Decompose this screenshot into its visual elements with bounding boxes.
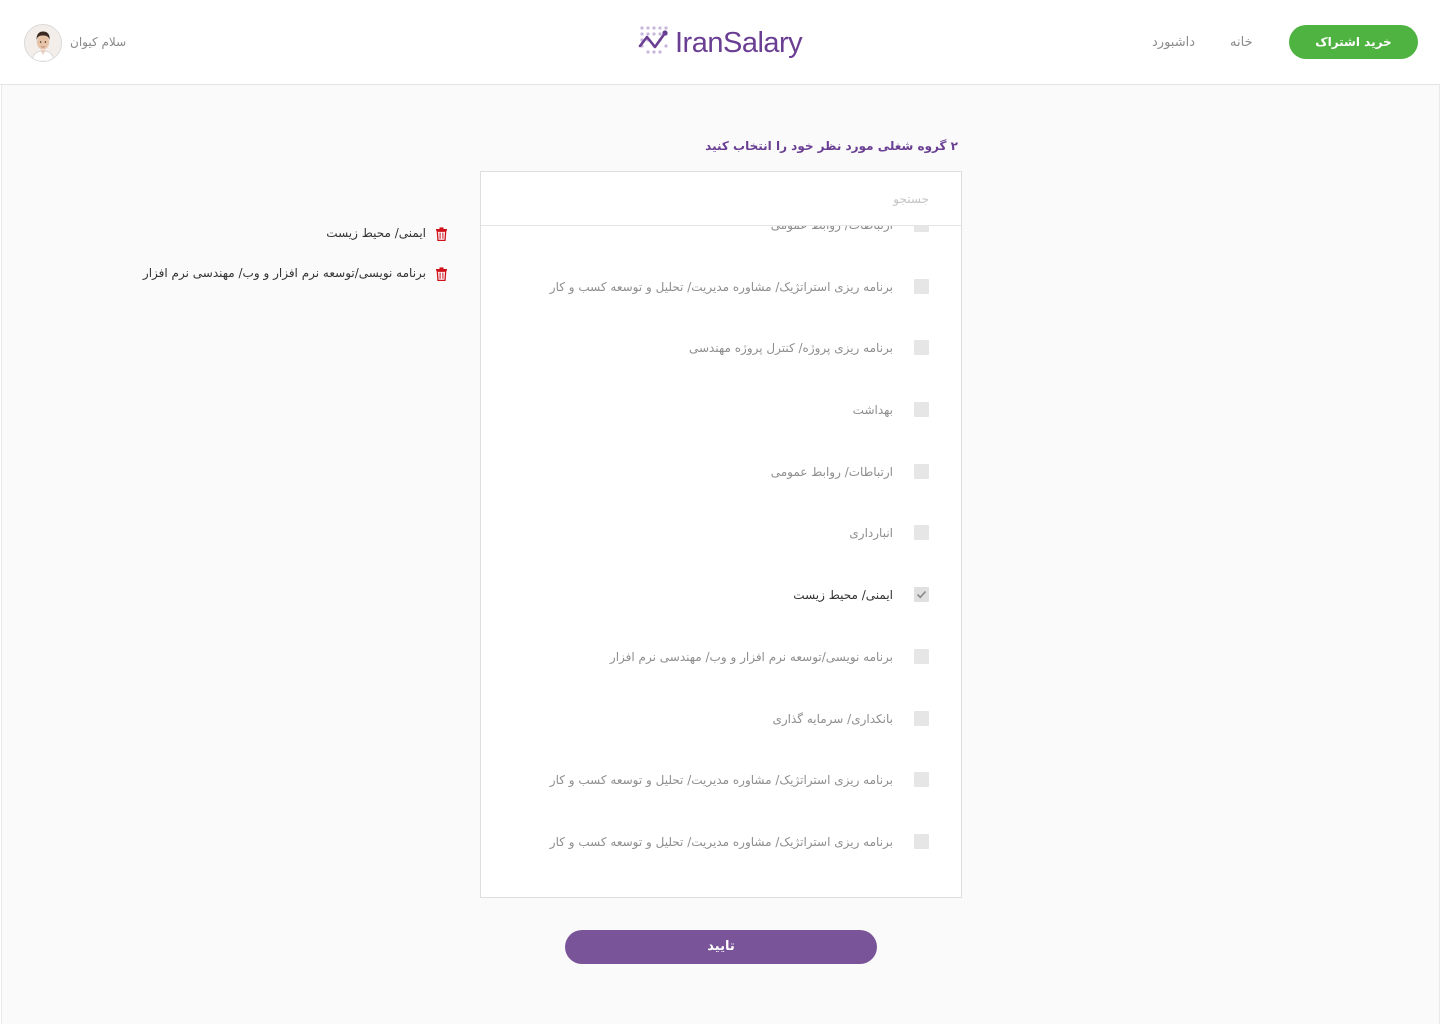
checkbox[interactable] bbox=[914, 402, 929, 417]
list-item[interactable]: بانکداری/ سرمایه گذاری bbox=[481, 707, 961, 731]
checkbox[interactable] bbox=[914, 226, 929, 232]
selected-item: برنامه نویسی/توسعه نرم افزار و وب/ مهندس… bbox=[143, 263, 448, 283]
checkbox[interactable] bbox=[914, 587, 929, 602]
list-item[interactable]: ارتباطات/ روابط عمومی bbox=[481, 226, 961, 237]
instruction-text: ۲ گروه شغلی مورد نظر خود را انتخاب کنید bbox=[705, 139, 958, 153]
checkbox[interactable] bbox=[914, 711, 929, 726]
list-item-label: بهداشت bbox=[852, 403, 893, 417]
trash-icon[interactable] bbox=[435, 226, 448, 242]
check-icon bbox=[916, 590, 927, 599]
selected-item: ایمنی/ محیط زیست bbox=[148, 223, 448, 243]
list-item[interactable]: برنامه ریزی استراتژیک/ مشاوره مدیریت/ تح… bbox=[481, 275, 961, 299]
list-item-label: برنامه ریزی استراتژیک/ مشاوره مدیریت/ تح… bbox=[549, 280, 893, 294]
list-item-label: برنامه ریزی استراتژیک/ مشاوره مدیریت/ تح… bbox=[549, 773, 893, 787]
list-item-label: برنامه نویسی/توسعه نرم افزار و وب/ مهندس… bbox=[609, 650, 893, 664]
confirm-button[interactable]: تایید bbox=[565, 930, 877, 964]
job-group-list: ارتباطات/ روابط عمومی برنامه ریزی استرات… bbox=[480, 171, 962, 898]
list-item[interactable]: برنامه ریزی پروژه/ کنترل پروژه مهندسی bbox=[481, 336, 961, 360]
list-item-label: ارتباطات/ روابط عمومی bbox=[770, 465, 893, 479]
list-item[interactable]: ایمنی/ محیط زیست bbox=[481, 583, 961, 607]
checkbox[interactable] bbox=[914, 834, 929, 849]
list-item-label: ارتباطات/ روابط عمومی bbox=[771, 226, 893, 235]
list-item-label: برنامه ریزی پروژه/ کنترل پروژه مهندسی bbox=[689, 341, 893, 355]
list-item[interactable]: برنامه ریزی استراتژیک/ مشاوره مدیریت/ تح… bbox=[481, 830, 961, 854]
checkbox[interactable] bbox=[914, 772, 929, 787]
list-item[interactable]: برنامه نویسی/توسعه نرم افزار و وب/ مهندس… bbox=[481, 645, 961, 669]
logo-text: IranSalary bbox=[675, 27, 803, 59]
subscribe-button[interactable]: خرید اشتراک bbox=[1289, 25, 1418, 59]
list-item-label: برنامه ریزی استراتژیک/ مشاوره مدیریت/ تح… bbox=[549, 835, 893, 849]
list-item[interactable]: ارتباطات/ روابط عمومی bbox=[481, 460, 961, 484]
list-item[interactable]: بهداشت bbox=[481, 398, 961, 422]
checkbox[interactable] bbox=[914, 525, 929, 540]
nav-dashboard-link[interactable]: داشبورد bbox=[1152, 33, 1195, 53]
checkbox[interactable] bbox=[914, 340, 929, 355]
user-greeting: سلام کیوان bbox=[70, 35, 127, 49]
checkbox[interactable] bbox=[914, 649, 929, 664]
list-item[interactable]: برنامه ریزی استراتژیک/ مشاوره مدیریت/ تح… bbox=[481, 768, 961, 792]
search-box bbox=[481, 172, 961, 226]
header: خرید اشتراک خانه داشبورد IranSalary سلام… bbox=[0, 0, 1440, 85]
list-item-label: بانکداری/ سرمایه گذاری bbox=[772, 712, 893, 726]
checkbox[interactable] bbox=[914, 464, 929, 479]
search-input[interactable] bbox=[481, 172, 961, 225]
trash-icon[interactable] bbox=[435, 266, 448, 282]
selected-item-label: برنامه نویسی/توسعه نرم افزار و وب/ مهندس… bbox=[142, 266, 426, 280]
checkbox[interactable] bbox=[914, 279, 929, 294]
list-item-label: انبارداری bbox=[849, 526, 893, 540]
nav-home-link[interactable]: خانه bbox=[1230, 33, 1253, 53]
list-item-label: ایمنی/ محیط زیست bbox=[793, 588, 893, 602]
selected-item-label: ایمنی/ محیط زیست bbox=[326, 226, 426, 240]
logo-dots-icon bbox=[638, 26, 668, 54]
main-panel: ۲ گروه شغلی مورد نظر خود را انتخاب کنید … bbox=[1, 85, 1440, 1024]
job-group-scroll-area[interactable]: ارتباطات/ روابط عمومی برنامه ریزی استرات… bbox=[481, 226, 961, 897]
avatar[interactable] bbox=[24, 24, 62, 62]
logo[interactable]: IranSalary bbox=[637, 23, 807, 63]
list-item[interactable]: انبارداری bbox=[481, 521, 961, 545]
